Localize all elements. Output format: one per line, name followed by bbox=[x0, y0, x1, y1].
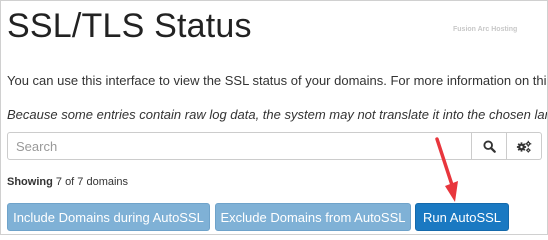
search-input[interactable] bbox=[7, 132, 472, 160]
search-icon bbox=[482, 139, 496, 153]
gears-icon bbox=[516, 140, 532, 153]
include-domains-button[interactable]: Include Domains during AutoSSL bbox=[7, 203, 210, 231]
settings-button[interactable] bbox=[507, 132, 542, 160]
watermark: Fusion Arc Hosting bbox=[453, 26, 518, 33]
showing-label: Showing bbox=[7, 176, 53, 188]
showing-count: 7 of 7 domains bbox=[55, 176, 129, 188]
page-frame: SSL/TLS Status Fusion Arc Hosting You ca… bbox=[0, 0, 548, 235]
exclude-domains-button[interactable]: Exclude Domains from AutoSSL bbox=[215, 203, 411, 231]
search-bar bbox=[7, 132, 542, 160]
search-button[interactable] bbox=[472, 132, 507, 160]
arrow-annotation-icon bbox=[435, 137, 458, 202]
translation-note: Because some entries contain raw log dat… bbox=[7, 107, 548, 122]
results-count: Showing 7 of 7 domains bbox=[7, 176, 128, 188]
page-title: SSL/TLS Status bbox=[7, 7, 252, 45]
page-description: You can use this interface to view the S… bbox=[7, 73, 548, 88]
run-autossl-button[interactable]: Run AutoSSL bbox=[415, 203, 509, 231]
